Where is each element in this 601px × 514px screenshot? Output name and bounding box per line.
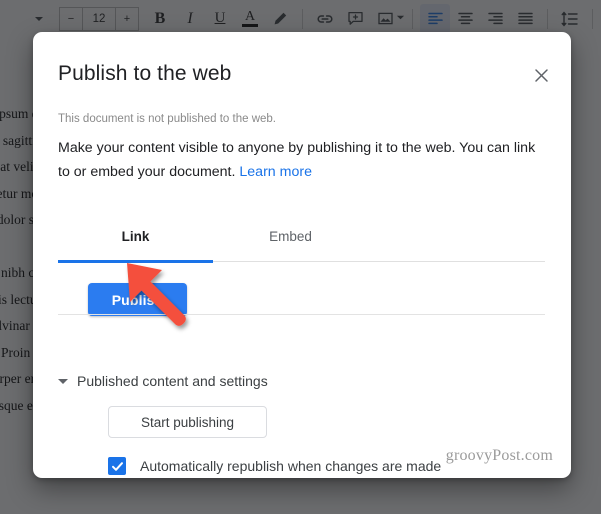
watermark-text: groovyPost.com bbox=[445, 447, 553, 464]
dialog-tabs: Link Embed bbox=[58, 228, 545, 263]
close-icon[interactable] bbox=[528, 62, 554, 88]
learn-more-link[interactable]: Learn more bbox=[239, 164, 312, 180]
start-publishing-button[interactable]: Start publishing bbox=[108, 406, 267, 438]
published-content-and-settings-toggle[interactable]: Published content and settings bbox=[58, 373, 268, 389]
auto-republish-row[interactable]: Automatically republish when changes are… bbox=[108, 457, 441, 475]
tab-embed[interactable]: Embed bbox=[213, 228, 368, 262]
section-toggle-label: Published content and settings bbox=[77, 373, 268, 389]
publish-button[interactable]: Publish bbox=[88, 283, 187, 316]
tab-link[interactable]: Link bbox=[58, 228, 213, 263]
dialog-description: Make your content visible to anyone by p… bbox=[58, 136, 545, 184]
auto-republish-label: Automatically republish when changes are… bbox=[140, 458, 442, 474]
chevron-down-icon bbox=[58, 378, 68, 384]
auto-republish-checkbox[interactable] bbox=[108, 457, 126, 475]
publish-to-web-dialog: Publish to the web This document is not … bbox=[33, 32, 571, 478]
dialog-title: Publish to the web bbox=[58, 62, 232, 85]
publish-status-text: This document is not published to the we… bbox=[58, 113, 276, 125]
checkmark-icon bbox=[111, 461, 123, 471]
dialog-divider bbox=[58, 314, 545, 315]
